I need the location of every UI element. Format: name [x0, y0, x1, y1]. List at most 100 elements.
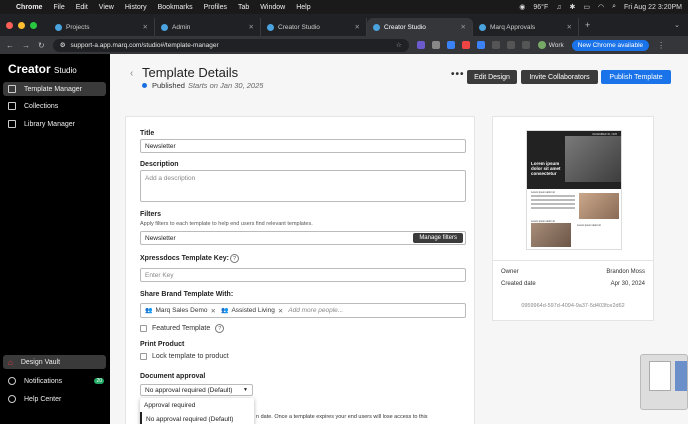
sidebar-item-help-center[interactable]: Help Center	[3, 392, 106, 406]
back-icon[interactable]: ←	[6, 41, 14, 50]
close-tab-icon[interactable]: ✕	[461, 23, 466, 31]
forward-icon[interactable]: →	[22, 41, 30, 50]
favicon-icon	[479, 23, 486, 31]
puzzle-icon[interactable]	[506, 41, 515, 49]
template-thumbnail[interactable]: DECEMBER 30, 2025 Lorem ipsum dolor sit …	[526, 130, 622, 250]
more-options-icon[interactable]: •••	[451, 69, 465, 80]
thumbnail-hero: DECEMBER 30, 2025 Lorem ipsum dolor sit …	[527, 131, 621, 189]
close-tab-icon[interactable]: ✕	[249, 23, 254, 31]
sidebar-item-label: Help Center	[24, 395, 62, 403]
help-circle-icon[interactable]: ?	[230, 254, 239, 263]
sidebar-item-template-manager[interactable]: Template Manager	[3, 82, 106, 96]
menu-file[interactable]: File	[53, 4, 64, 11]
tab-title: Creator Studio	[278, 23, 320, 31]
sidebar-item-label: Notifications	[24, 377, 63, 385]
title-input[interactable]: Newsletter	[140, 139, 466, 153]
close-tab-icon[interactable]: ✕	[355, 23, 360, 31]
spotlight-icon[interactable]: ⌕	[612, 3, 616, 11]
description-input[interactable]: Add a description	[140, 170, 466, 202]
menu-edit[interactable]: Edit	[76, 4, 88, 11]
approval-select[interactable]: No approval required (Default) ▼	[140, 384, 253, 396]
close-tab-icon[interactable]: ✕	[143, 23, 148, 31]
status-badge: Published	[152, 81, 185, 90]
minimize-window-icon[interactable]	[18, 21, 25, 29]
group-icon: 👥	[145, 308, 153, 314]
floating-preview-thumbnail[interactable]	[640, 354, 688, 410]
menu-app[interactable]: Chrome	[16, 4, 42, 11]
created-label: Created date	[501, 281, 536, 287]
menu-bookmarks[interactable]: Bookmarks	[158, 4, 193, 11]
extension-icon[interactable]	[476, 41, 485, 49]
home-icon: ⌂	[8, 357, 13, 367]
share-input[interactable]: 👥 Marq Sales Demo ✕ 👥 Assisted Living ✕ Add …	[140, 303, 466, 318]
remove-chip-icon[interactable]: ✕	[211, 307, 216, 315]
url-text[interactable]: support-a.app.marq.com/studio#/template-…	[71, 42, 219, 49]
app-logo[interactable]: Creator Studio	[8, 62, 77, 76]
filters-input[interactable]: Newsletter Manage filters	[140, 231, 466, 245]
zoom-window-icon[interactable]	[30, 21, 37, 29]
bluetooth-icon[interactable]: ✱	[569, 3, 575, 11]
tab-creator-studio-1[interactable]: Creator Studio ✕	[261, 18, 367, 36]
wifi-icon[interactable]: ◠	[598, 3, 604, 11]
share-chip: 👥 Marq Sales Demo ✕	[145, 307, 216, 315]
more-menu-icon[interactable]: ⋮	[657, 41, 665, 50]
approval-option[interactable]: No approval required (Default)	[140, 412, 254, 424]
new-chrome-button[interactable]: New Chrome available	[571, 39, 650, 51]
menu-help[interactable]: Help	[296, 4, 310, 11]
address-bar[interactable]: ⚙ support-a.app.marq.com/studio#/templat…	[52, 38, 409, 52]
featured-checkbox[interactable]	[140, 325, 147, 332]
extension-icon[interactable]	[446, 41, 455, 49]
profile-button[interactable]: Work	[537, 41, 564, 49]
back-chevron-icon[interactable]: ‹	[130, 68, 133, 79]
menu-window[interactable]: Window	[260, 4, 285, 11]
close-window-icon[interactable]	[6, 21, 13, 29]
new-tab-icon[interactable]: +	[585, 20, 590, 30]
site-info-icon[interactable]: ⚙	[60, 41, 66, 49]
menu-profiles[interactable]: Profiles	[204, 4, 227, 11]
manage-filters-button[interactable]: Manage filters	[413, 233, 463, 243]
menu-tab[interactable]: Tab	[238, 4, 249, 11]
extension-icon[interactable]	[431, 41, 440, 49]
mini-page	[675, 361, 687, 391]
extension-icon[interactable]	[461, 41, 470, 49]
start-date: Starts on Jan 30, 2025	[187, 81, 264, 90]
publish-template-button[interactable]: Publish Template	[601, 70, 671, 84]
sidebar-item-design-vault[interactable]: ⌂ Design Vault	[3, 355, 106, 369]
edit-design-button[interactable]: Edit Design	[467, 70, 517, 84]
tab-admin[interactable]: Admin ✕	[155, 18, 261, 36]
headphones-icon[interactable]: ♫	[556, 4, 561, 11]
weather-readout[interactable]: 96°F	[533, 4, 548, 11]
battery-icon[interactable]: ▭	[583, 3, 590, 11]
sidebar-item-notifications[interactable]: Notifications 20	[3, 374, 106, 388]
tab-creator-studio-2[interactable]: Creator Studio ✕	[367, 18, 473, 36]
text-line	[531, 195, 575, 197]
sidepanel-icon[interactable]	[521, 41, 530, 49]
collections-icon	[8, 102, 16, 110]
extension-icon[interactable]	[416, 41, 425, 49]
remove-chip-icon[interactable]: ✕	[278, 307, 283, 315]
record-icon[interactable]: ◉	[519, 3, 525, 11]
favicon-icon	[161, 23, 168, 31]
menu-view[interactable]: View	[99, 4, 114, 11]
logo-main: Creator	[8, 62, 51, 76]
tab-projects[interactable]: Projects ✕	[49, 18, 155, 36]
lock-checkbox[interactable]	[140, 353, 147, 360]
invite-collaborators-button[interactable]: Invite Collaborators	[521, 70, 598, 84]
sidebar-item-library-manager[interactable]: Library Manager	[3, 117, 106, 131]
tab-title: Projects	[66, 23, 90, 31]
close-tab-icon[interactable]: ✕	[567, 23, 572, 31]
bookmark-star-icon[interactable]: ☆	[396, 41, 402, 49]
datetime[interactable]: Fri Aug 22 3:20PM	[624, 4, 682, 11]
extension-icon[interactable]	[491, 41, 500, 49]
tab-marq-approvals[interactable]: Marq Approvals ✕	[473, 18, 579, 36]
help-circle-icon[interactable]: ?	[215, 324, 225, 333]
xpressdocs-label: Xpressdocs Template Key:	[140, 255, 229, 262]
sidebar-item-label: Library Manager	[24, 120, 75, 128]
reload-icon[interactable]: ↻	[38, 41, 45, 50]
approval-option[interactable]: Approval required	[140, 398, 254, 412]
tab-search-icon[interactable]: ⌄	[674, 21, 680, 29]
menu-history[interactable]: History	[125, 4, 147, 11]
description-label: Description	[140, 161, 179, 168]
sidebar-item-collections[interactable]: Collections	[3, 99, 106, 113]
xpressdocs-key-input[interactable]: Enter Key	[140, 268, 466, 282]
